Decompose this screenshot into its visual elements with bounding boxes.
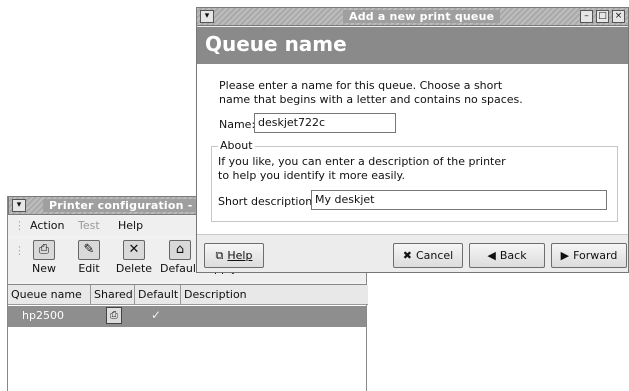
name-field[interactable]: deskjet722c	[254, 113, 396, 133]
dialog-header: Queue name	[197, 27, 628, 64]
default-button[interactable]: ⌂ Default	[160, 240, 200, 275]
about-label: About	[218, 139, 255, 152]
forward-arrow-icon: ▶	[560, 249, 570, 262]
forward-button[interactable]: ▶ Forward	[551, 243, 627, 268]
help-icon: ⧉	[215, 249, 224, 262]
cancel-button[interactable]: ✖ Cancel	[393, 243, 463, 268]
instructions-line-2: name that begins with a letter and conta…	[219, 93, 523, 106]
toolbar-grip-icon: ⋮	[14, 244, 25, 257]
window-menu-icon[interactable]: ▾	[12, 199, 26, 212]
column-default[interactable]: Default	[135, 285, 181, 305]
checkmark-icon: ✓	[151, 308, 162, 322]
column-description[interactable]: Description	[181, 285, 368, 305]
minimize-icon[interactable]: –	[580, 10, 593, 23]
edit-icon: ✎	[78, 240, 100, 260]
short-description-field[interactable]: My deskjet	[311, 190, 607, 210]
help-label: Help	[227, 249, 253, 262]
column-queue-name[interactable]: Queue name ▼	[8, 285, 91, 319]
queue-name-cell: hp2500	[22, 309, 64, 322]
delete-button[interactable]: ✕ Delete	[112, 240, 156, 275]
delete-label: Delete	[115, 262, 153, 275]
page-title: Queue name	[205, 32, 347, 56]
column-shared[interactable]: Shared	[91, 285, 135, 305]
cancel-label: Cancel	[415, 249, 454, 262]
dialog-body: Please enter a name for this queue. Choo…	[197, 64, 628, 234]
default-label: Default	[160, 262, 200, 275]
back-label: Back	[499, 249, 527, 262]
menu-test[interactable]: Test	[78, 219, 100, 232]
delete-icon: ✕	[123, 240, 145, 260]
about-line-2: to help you identify it more easily.	[218, 169, 405, 182]
queue-list[interactable]: Queue name ▼ Shared Default Description …	[8, 284, 368, 391]
column-queue-name-label: Queue name	[11, 288, 82, 301]
menu-action[interactable]: Action	[30, 219, 64, 232]
dialog-titlebar[interactable]: ▾ Add a new print queue – □ ×	[196, 7, 629, 26]
table-row[interactable]: hp2500 ⎙ ✓	[8, 306, 366, 327]
close-icon[interactable]: ×	[612, 10, 625, 23]
about-line-1: If you like, you can enter a description…	[218, 155, 506, 168]
edit-button[interactable]: ✎ Edit	[72, 240, 106, 275]
instructions-line-1: Please enter a name for this queue. Choo…	[219, 79, 503, 92]
maximize-icon[interactable]: □	[596, 10, 609, 23]
add-print-queue-dialog: ▾ Add a new print queue – □ × Queue name…	[196, 7, 629, 273]
printer-icon: ⎙	[33, 240, 55, 260]
new-label: New	[32, 262, 56, 275]
shared-printer-icon: ⎙	[106, 307, 122, 324]
help-button[interactable]: ⧉ Help	[204, 243, 264, 268]
cancel-icon: ✖	[402, 249, 412, 262]
menu-help[interactable]: Help	[118, 219, 143, 232]
menubar-grip-icon: ⋮	[14, 219, 25, 232]
new-button[interactable]: ⎙ New	[26, 240, 62, 275]
back-arrow-icon: ◀	[487, 249, 496, 262]
dialog-button-bar: ⧉ Help ✖ Cancel ◀ Back ▶ Forward	[197, 234, 628, 272]
short-description-label: Short description:	[218, 195, 316, 208]
edit-label: Edit	[78, 262, 100, 275]
home-icon: ⌂	[169, 240, 191, 260]
dialog-window-title: Add a new print queue	[343, 10, 501, 23]
window-menu-icon[interactable]: ▾	[200, 10, 214, 23]
name-label: Name:	[219, 118, 256, 131]
about-frame: About If you like, you can enter a descr…	[211, 139, 618, 222]
back-button[interactable]: ◀ Back	[469, 243, 545, 268]
bg-window-title: Printer configuration - wa	[43, 199, 221, 212]
forward-label: Forward	[573, 249, 618, 262]
